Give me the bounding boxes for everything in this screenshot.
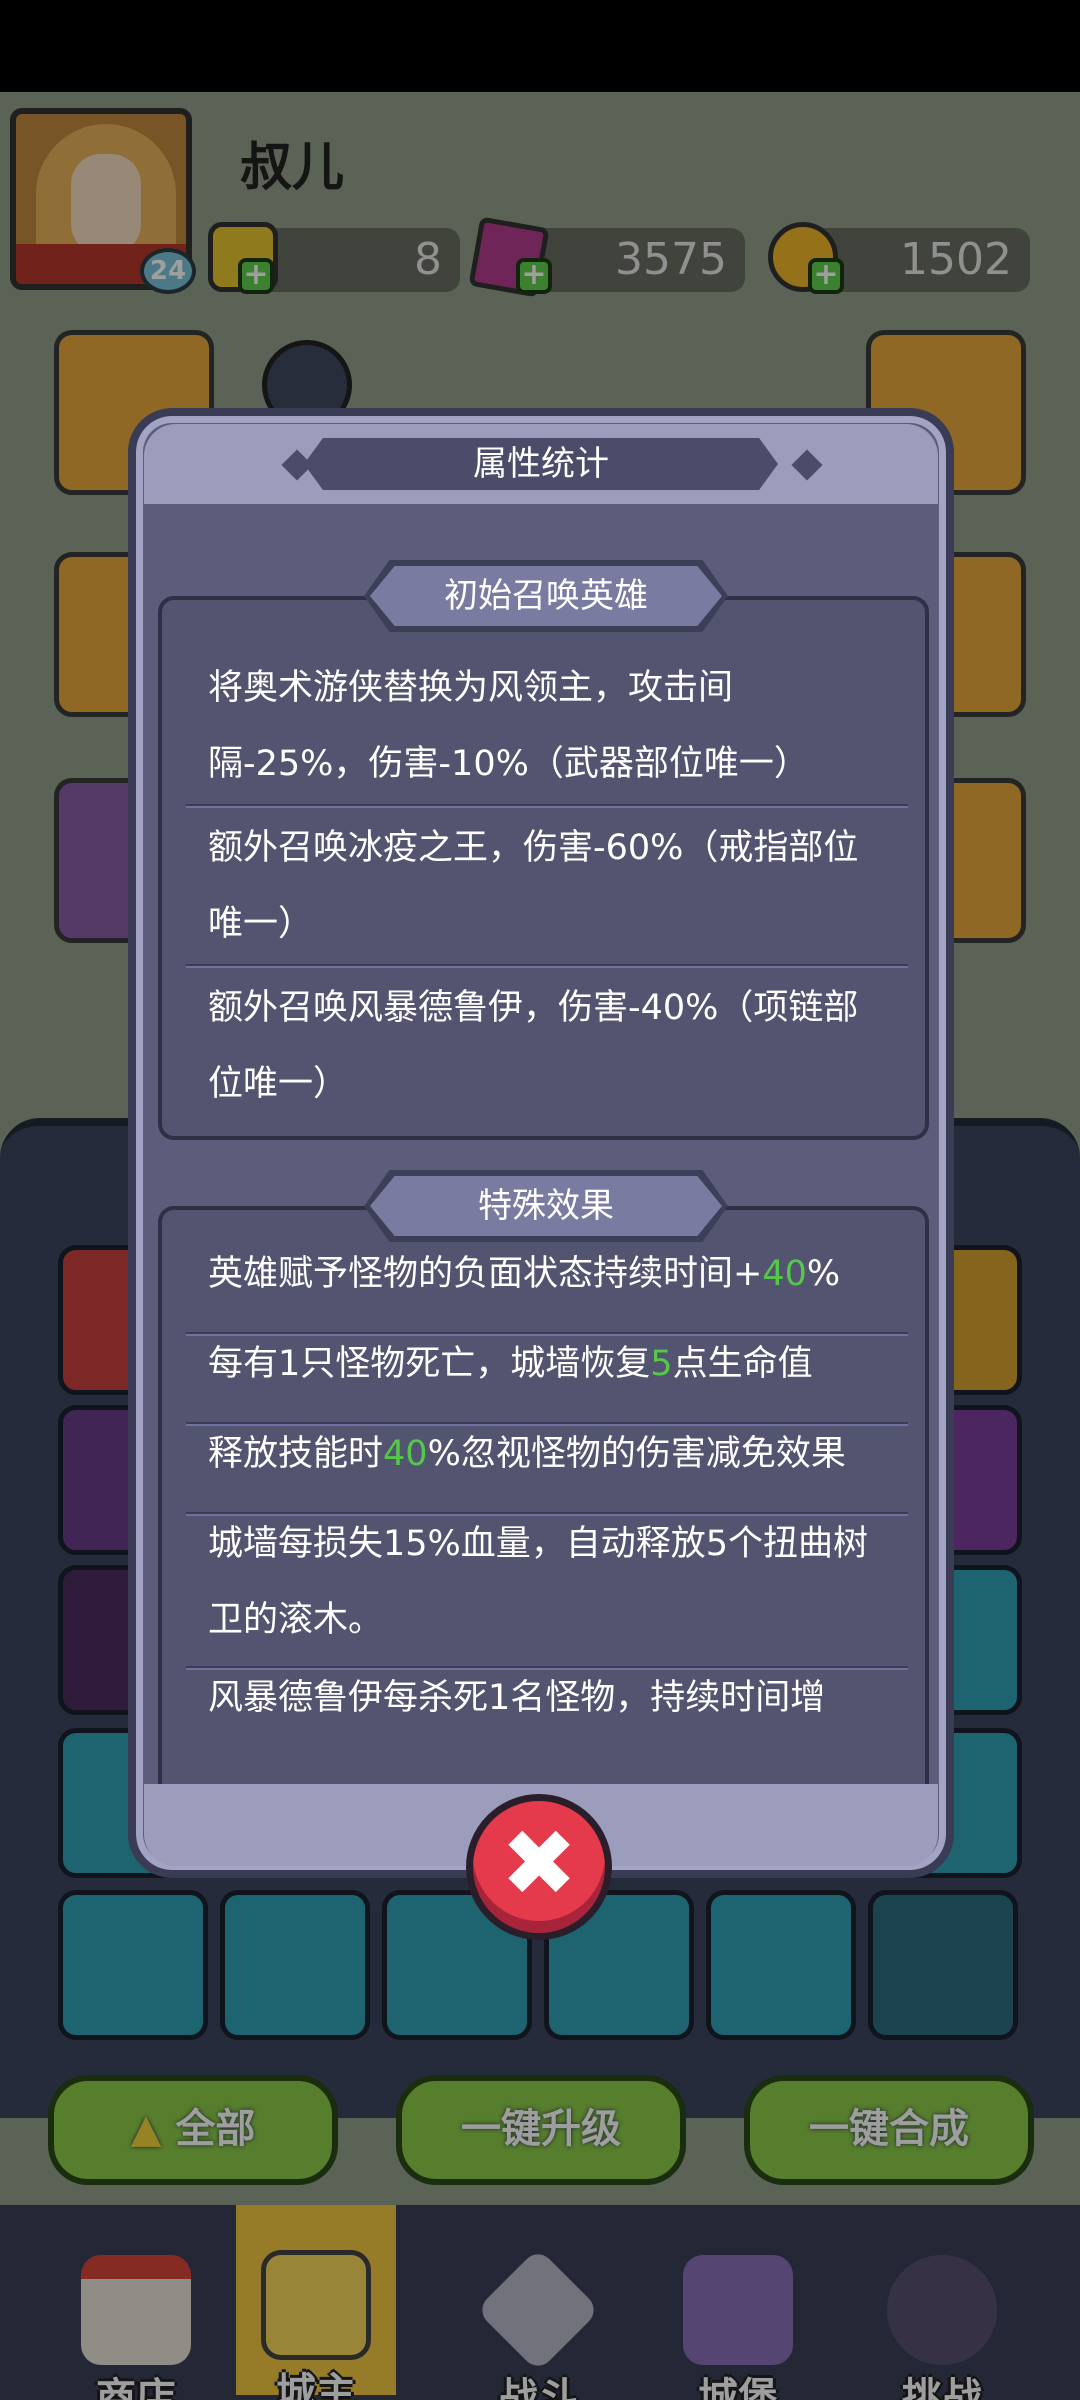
list-item: 额外召唤冰疫之王，伤害-60%（戒指部位唯一）	[208, 828, 859, 944]
status-bar	[0, 0, 1080, 92]
diamond-ornament-icon	[791, 449, 823, 481]
summon-heroes-box: 将奥术游侠替换为风领主，攻击间隔-25%，伤害-10%（武器部位唯一） 额外召唤…	[158, 596, 929, 1140]
list-item: 将奥术游侠替换为风领主，攻击间隔-25%，伤害-10%（武器部位唯一）	[208, 668, 809, 784]
section-header: 初始召唤英雄	[364, 560, 728, 632]
attribute-stats-dialog: 属性统计 将奥术游侠替换为风领主，攻击间隔-25%，伤害-10%（武器部位唯一）…	[128, 408, 954, 1878]
list-item: 城墙每损失15%血量，自动释放5个扭曲树卫的滚木。	[208, 1524, 869, 1640]
dialog-title: 属性统计	[304, 438, 778, 490]
close-icon: ✖	[500, 1810, 578, 1917]
list-item: 风暴德鲁伊每杀死1名怪物，持续时间增	[208, 1678, 826, 1718]
dialog-scroll-area[interactable]: 将奥术游侠替换为风领主，攻击间隔-25%，伤害-10%（武器部位唯一） 额外召唤…	[158, 506, 944, 1784]
list-item: 额外召唤风暴德鲁伊，伤害-40%（项链部位唯一）	[208, 988, 859, 1104]
list-item: 每有1只怪物死亡，城墙恢复5点生命值	[208, 1344, 813, 1384]
special-effects-box: 英雄赋予怪物的负面状态持续时间+40% 每有1只怪物死亡，城墙恢复5点生命值 释…	[158, 1206, 929, 1784]
list-item: 释放技能时40%忽视怪物的伤害减免效果	[208, 1434, 846, 1474]
list-item: 英雄赋予怪物的负面状态持续时间+40%	[208, 1254, 841, 1294]
close-button[interactable]: ✖	[466, 1794, 612, 1940]
dialog-header: 属性统计	[144, 424, 938, 504]
section-header: 特殊效果	[364, 1170, 728, 1242]
